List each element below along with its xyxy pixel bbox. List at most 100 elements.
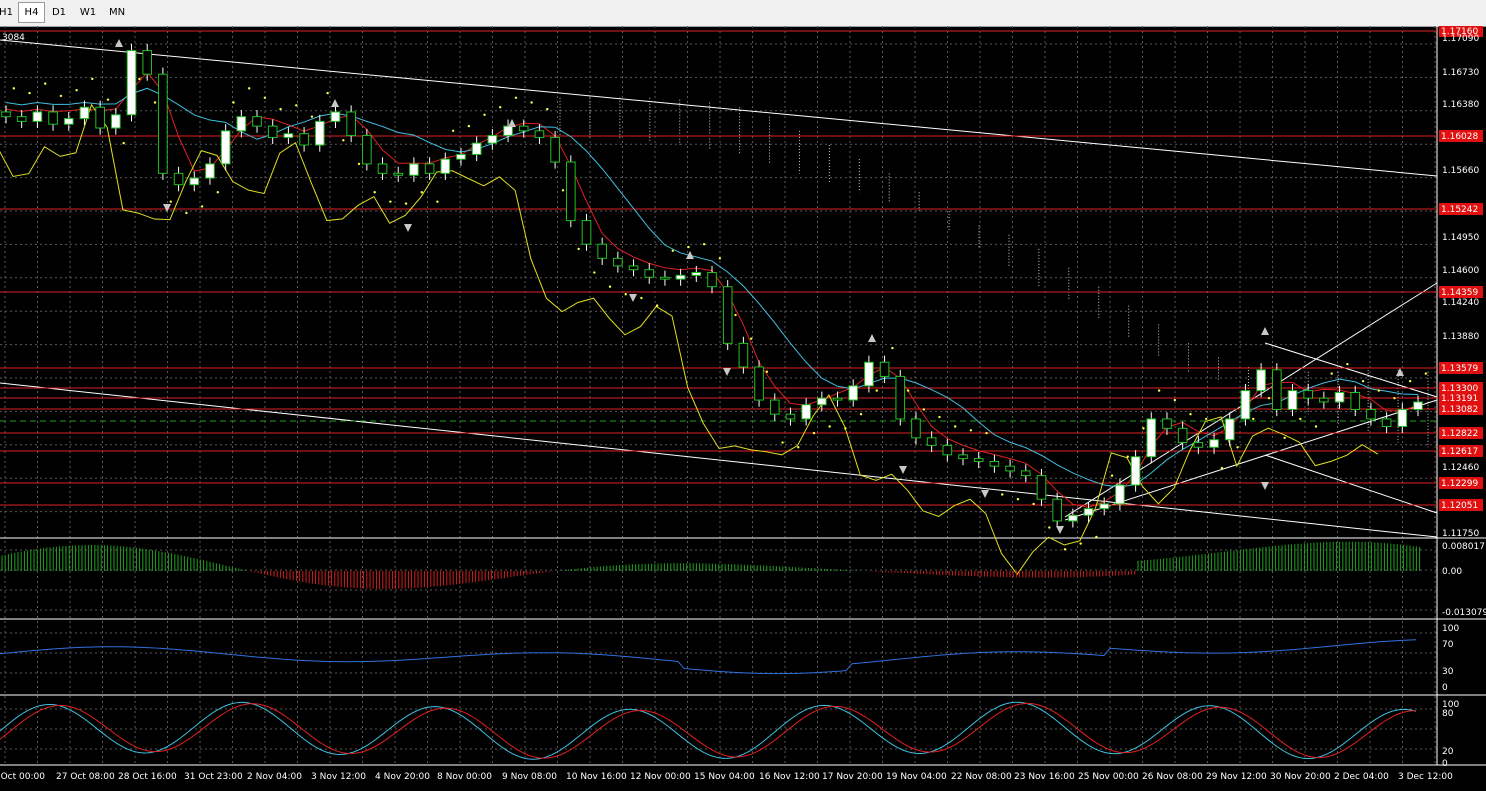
psar-dot [875,389,878,392]
candle-bullish [1224,418,1235,441]
candle-bullish [32,111,43,122]
psar-dot [1220,466,1224,470]
psar-dot [342,139,345,142]
candle-bearish [1193,442,1204,448]
candle-bearish [660,276,670,280]
psar-dot [640,296,643,300]
time-axis-label: 12 Nov 00:00 [630,772,691,782]
candle-bullish [456,153,466,160]
candle-bullish [126,50,137,116]
stochastic-lines [0,701,1417,760]
candle-bullish [817,397,827,406]
candle-bearish [299,133,309,146]
psar-dot [546,107,549,111]
candle-bearish [16,116,27,122]
psar-dot [1126,455,1129,458]
macd-histogram [1,541,1421,589]
candle-bearish [597,243,607,259]
tab-w1[interactable]: W1 [74,3,102,22]
price-axis-label: 1.16380 [1442,100,1479,110]
tab-h1[interactable]: H1 [0,3,16,22]
psar-dot [828,425,831,428]
candle-bearish [1381,418,1392,427]
candle-bearish [1366,408,1376,420]
candle-bearish [565,161,576,222]
psar-dot [44,82,47,85]
tab-h4[interactable]: H4 [18,2,45,23]
psar-dot [122,141,125,145]
psar-dot [1157,389,1161,392]
candle-bullish [487,135,498,144]
psar-dot [750,337,753,340]
symbol-fragment: 3084 [2,33,25,43]
level-label: 1.12299 [1441,479,1478,489]
psar-dot [499,106,502,109]
time-axis-label: 28 Oct 16:00 [118,772,177,782]
psar-dot [106,98,110,101]
candle-bearish [754,366,764,401]
psar-dot [232,101,235,104]
chart-canvas[interactable]: 1.171601.160281.152421.143591.135791.133… [0,25,1486,787]
candle-bearish [534,130,545,138]
psar-dot [1252,417,1255,421]
psar-dot [169,200,172,203]
fractal-up-arrow [331,99,339,107]
candle-bullish [1256,369,1266,392]
level-label: 1.12051 [1441,501,1478,511]
psar-dot [561,189,565,192]
fractal-down-arrow [404,224,412,232]
psar-dot [1377,389,1380,392]
psar-dot [938,415,941,419]
candle-bearish [1162,418,1172,429]
fractal-up-arrow [868,334,876,342]
psar-dot [357,162,361,166]
psar-dot [389,200,392,203]
candle-bearish [1,111,11,118]
level-label: 1.16028 [1441,132,1478,142]
psar-dot [1016,498,1020,501]
tab-d1[interactable]: D1 [46,3,72,22]
ichimoku-cloud [559,97,1429,448]
candle-bullish [79,106,90,120]
fractal-down-arrow [1261,482,1269,490]
psar-dot [1393,396,1396,400]
candle-bullish [220,130,231,165]
time-axis-label: 17 Nov 20:00 [822,772,883,782]
time-axis-label: 30 Nov 20:00 [1270,772,1331,782]
psar-dot [702,242,706,246]
time-axis-label: 19 Nov 04:00 [886,772,947,782]
triangle-line-upper [1264,342,1438,398]
candle-bullish [440,158,451,174]
candle-bearish [973,458,984,462]
psar-dot [247,87,251,90]
candle-bearish [879,361,890,377]
psar-dot [514,96,518,99]
time-axis-label: 25 Nov 00:00 [1078,772,1139,782]
level-label: 1.12617 [1441,447,1478,457]
stoch-signal-line [0,702,1417,759]
candle-bearish [95,106,105,129]
level-label: 1.12822 [1441,429,1478,439]
psar-dot [295,104,298,107]
fractal-down-arrow [1056,526,1064,534]
stoch-axis-label: 80 [1442,709,1454,719]
candle-bearish [377,163,388,174]
candle-bearish [785,413,796,420]
candle-bearish [158,73,168,174]
rsi-axis-label: 0 [1442,683,1448,693]
tab-mn[interactable]: MN [104,3,130,22]
psar-dot [687,245,690,249]
psar-dot [906,389,910,392]
psar-dot [263,96,267,99]
psar-dot [1189,413,1192,416]
psar-dot [969,429,973,432]
psar-dot [844,427,847,430]
chart-area[interactable]: 1.17160 1.16028 1.15242 1.14359 1.13579 1.133… [0,25,1486,787]
psar-dot [1361,379,1365,383]
fractal-down-arrow [899,466,907,474]
fractal-up-arrow [115,39,123,47]
psar-dot [1063,548,1067,551]
candle-bearish [911,418,921,439]
rsi-line [0,639,1417,675]
candle-bearish [769,399,780,415]
